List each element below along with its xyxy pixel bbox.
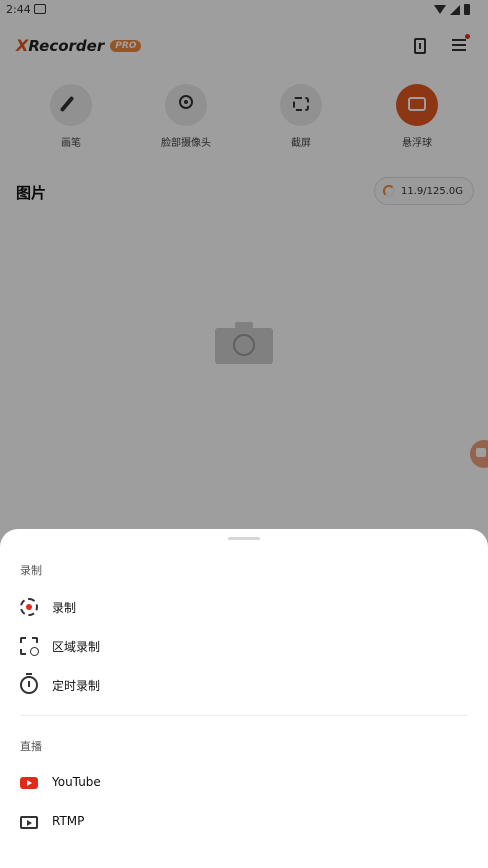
bottom-sheet: 录制 录制 区域录制 定时录制 直播 YouTube RTMP [0, 529, 488, 868]
record-icon [20, 598, 38, 616]
tv-icon [20, 816, 38, 829]
live-group-title: 直播 [20, 740, 42, 753]
sheet-item-label: YouTube [52, 775, 101, 789]
area-record-icon [20, 637, 39, 656]
sheet-item-label: 区域录制 [52, 640, 101, 654]
youtube-icon [20, 777, 38, 789]
sheet-item-youtube[interactable]: YouTube [0, 766, 488, 800]
sheet-item-timer-record[interactable]: 定时录制 [0, 668, 488, 702]
sheet-item-label: 录制 [52, 601, 77, 615]
sheet-item-rtmp[interactable]: RTMP [0, 805, 488, 839]
timer-icon [20, 673, 38, 694]
sheet-item-record[interactable]: 录制 [0, 590, 488, 624]
sheet-item-label: 定时录制 [52, 679, 101, 693]
drag-handle[interactable] [228, 537, 260, 540]
sheet-item-area-record[interactable]: 区域录制 [0, 629, 488, 663]
screen: 2:44 X Recorder PRO 画笔 脸部摄像头 截屏 悬浮球 图片 1… [0, 0, 488, 868]
record-group-title: 录制 [20, 564, 42, 577]
sheet-item-label: RTMP [52, 814, 85, 828]
divider [20, 715, 468, 716]
